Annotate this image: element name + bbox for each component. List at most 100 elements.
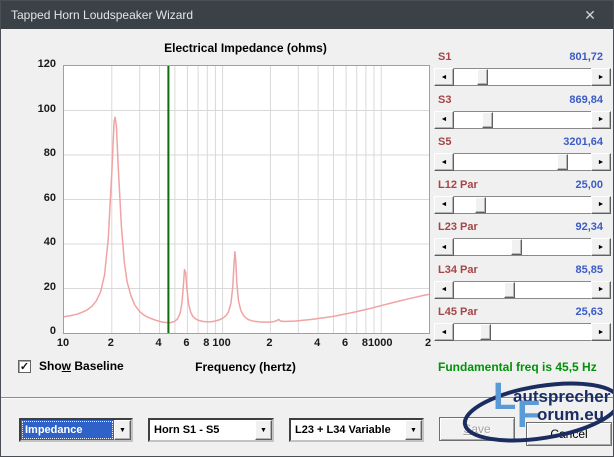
x-tick-label: 1000 (368, 337, 392, 349)
parameter-scrollbar[interactable]: ◄► (434, 153, 611, 171)
scrollbar-track[interactable] (454, 196, 591, 214)
save-button[interactable]: Save (439, 417, 515, 441)
parameter-row: L34 Par85,85◄► (434, 264, 611, 299)
scrollbar-right-arrow-icon[interactable]: ► (591, 68, 611, 86)
graph-type-select[interactable]: Impedance ▼ (19, 418, 133, 442)
parameter-header: L34 Par85,85 (434, 264, 611, 279)
parameter-label: S5 (438, 136, 451, 151)
scrollbar-right-arrow-icon[interactable]: ► (591, 323, 611, 341)
scrollbar-track[interactable] (454, 153, 591, 171)
parameter-header: S5 3201,64 (434, 136, 611, 151)
x-tick-label: 2 (108, 337, 114, 349)
scrollbar-thumb[interactable] (480, 324, 491, 340)
fundamental-freq-text: Fundamental freq is 45,5 Hz (438, 360, 597, 374)
scrollbar-left-arrow-icon[interactable]: ◄ (434, 281, 454, 299)
parameter-scrollbar[interactable]: ◄► (434, 238, 611, 256)
y-tick-label: 40 (1, 236, 56, 248)
x-tick-label: 6 (342, 337, 348, 349)
chevron-down-icon[interactable]: ▼ (255, 420, 272, 440)
y-tick-label: 120 (1, 58, 56, 70)
x-tick-label: 2 (266, 337, 272, 349)
scrollbar-thumb[interactable] (504, 282, 515, 298)
scrollbar-thumb[interactable] (477, 69, 488, 85)
x-tick-label: 2 (425, 337, 431, 349)
parameter-scrollbar[interactable]: ◄► (434, 68, 611, 86)
parameter-header: L45 Par25,63 (434, 306, 611, 321)
parameter-label: L12 Par (438, 179, 478, 194)
titlebar[interactable]: Tapped Horn Loudspeaker Wizard ✕ (1, 1, 613, 29)
show-baseline-checkbox[interactable]: ✓ Show Baseline (18, 359, 124, 373)
x-tick-label: 4 (314, 337, 320, 349)
x-tick-label: 4 (155, 337, 161, 349)
scrollbar-left-arrow-icon[interactable]: ◄ (434, 68, 454, 86)
y-tick-label: 100 (1, 103, 56, 115)
scrollbar-thumb[interactable] (557, 154, 568, 170)
scrollbar-left-arrow-icon[interactable]: ◄ (434, 323, 454, 341)
x-tick-label: 6 (183, 337, 189, 349)
parameter-label: L23 Par (438, 221, 478, 236)
parameter-row: L45 Par25,63◄► (434, 306, 611, 341)
scrollbar-right-arrow-icon[interactable]: ► (591, 238, 611, 256)
parameter-scrollbar[interactable]: ◄► (434, 281, 611, 299)
scrollbar-track[interactable] (454, 238, 591, 256)
parameter-header: L12 Par 25,00 (434, 179, 611, 194)
graph-type-value: Impedance (21, 420, 114, 440)
x-tick-label: 100 (212, 337, 230, 349)
parameter-row: L23 Par92,34◄► (434, 221, 611, 256)
x-tick-label: 8 (203, 337, 209, 349)
parameter-value: 85,85 (575, 264, 603, 279)
scrollbar-thumb[interactable] (482, 112, 493, 128)
parameter-label: L45 Par (438, 306, 478, 321)
horn-config-value: Horn S1 - S5 (150, 420, 255, 440)
save-button-label: Save (463, 422, 490, 436)
scrollbar-thumb[interactable] (475, 197, 486, 213)
scrollbar-left-arrow-icon[interactable]: ◄ (434, 153, 454, 171)
parameter-scrollbar[interactable]: ◄► (434, 323, 611, 341)
check-mark-icon: ✓ (20, 361, 29, 373)
variable-mode-select[interactable]: L23 + L34 Variable ▼ (289, 418, 424, 442)
parameter-scrollbar[interactable]: ◄► (434, 111, 611, 129)
separator-line (1, 397, 614, 399)
scrollbar-track[interactable] (454, 323, 591, 341)
scrollbar-track[interactable] (454, 68, 591, 86)
cancel-button[interactable]: Cancel (526, 422, 612, 446)
parameter-row: L12 Par25,00◄► (434, 179, 611, 214)
scrollbar-right-arrow-icon[interactable]: ► (591, 196, 611, 214)
x-tick-label: 10 (57, 337, 69, 349)
horn-config-select[interactable]: Horn S1 - S5 ▼ (148, 418, 274, 442)
close-icon: ✕ (584, 7, 596, 24)
parameter-row: S1801,72◄► (434, 51, 611, 86)
variable-mode-value: L23 + L34 Variable (291, 420, 405, 440)
y-tick-label: 80 (1, 147, 56, 159)
parameter-header: S1 801,72 (434, 51, 611, 66)
scrollbar-track[interactable] (454, 111, 591, 129)
parameter-label: S3 (438, 94, 451, 109)
wizard-window: Tapped Horn Loudspeaker Wizard ✕ Electri… (0, 0, 614, 457)
scrollbar-left-arrow-icon[interactable]: ◄ (434, 196, 454, 214)
scrollbar-right-arrow-icon[interactable]: ► (591, 111, 611, 129)
parameter-value: 801,72 (569, 51, 603, 66)
scrollbar-left-arrow-icon[interactable]: ◄ (434, 238, 454, 256)
scrollbar-left-arrow-icon[interactable]: ◄ (434, 111, 454, 129)
dialog-body: Electrical Impedance (ohms) 102468100246… (1, 29, 613, 456)
checkbox-label: Show Baseline (39, 359, 124, 373)
scrollbar-thumb[interactable] (511, 239, 522, 255)
parameter-scrollbar[interactable]: ◄► (434, 196, 611, 214)
parameter-value: 25,00 (575, 179, 603, 194)
parameter-header: L23 Par 92,34 (434, 221, 611, 236)
chevron-down-icon[interactable]: ▼ (405, 420, 422, 440)
parameter-label: S1 (438, 51, 451, 66)
parameter-value: 869,84 (569, 94, 603, 109)
checkbox-icon[interactable]: ✓ (18, 360, 31, 373)
window-title: Tapped Horn Loudspeaker Wizard (11, 8, 193, 22)
scrollbar-right-arrow-icon[interactable]: ► (591, 153, 611, 171)
scrollbar-track[interactable] (454, 281, 591, 299)
y-tick-label: 0 (1, 325, 56, 337)
parameter-row: S3869,84◄► (434, 94, 611, 129)
parameter-value: 92,34 (575, 221, 603, 236)
y-tick-label: 60 (1, 192, 56, 204)
chevron-down-icon[interactable]: ▼ (114, 420, 131, 440)
scrollbar-right-arrow-icon[interactable]: ► (591, 281, 611, 299)
parameter-value: 3201,64 (563, 136, 603, 151)
close-button[interactable]: ✕ (567, 1, 613, 29)
